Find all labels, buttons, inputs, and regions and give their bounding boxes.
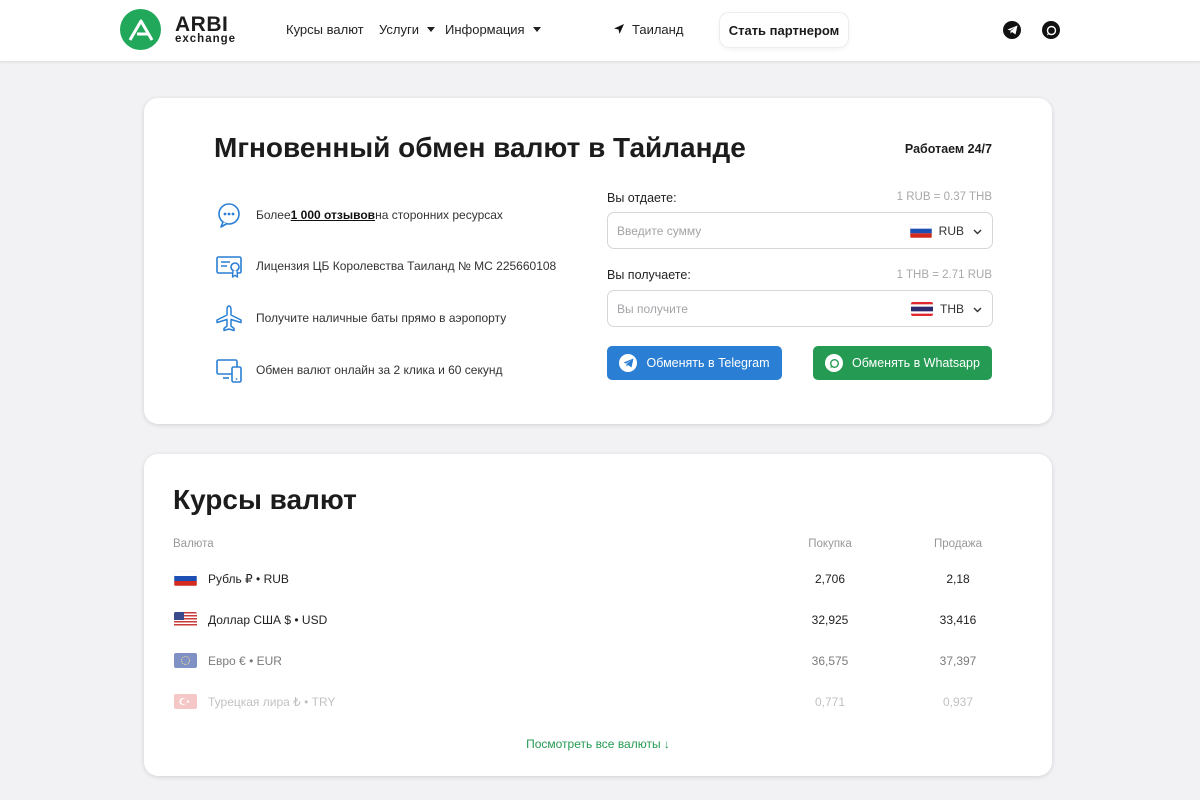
exchange-whatsapp-label: Обменять в Whatsapp <box>852 356 980 370</box>
currency-name: Евро € • EUR <box>208 654 282 668</box>
buy-rate: 32,925 <box>811 613 849 627</box>
logo-mark-icon <box>120 9 161 50</box>
give-label: Вы отдаете: <box>607 191 677 205</box>
logo[interactable]: ARBI exchange <box>120 9 236 50</box>
location-selector[interactable]: Таиланд <box>614 22 683 37</box>
nav-rates-link[interactable]: Курсы валют <box>286 22 364 37</box>
give-rate: 1 RUB = 0.37 THB <box>896 191 992 203</box>
column-header-sell: Продажа <box>934 538 982 550</box>
license-icon <box>214 251 244 281</box>
telegram-icon[interactable] <box>1003 21 1021 39</box>
chevron-down-icon <box>973 224 982 238</box>
nav-services-dropdown[interactable]: Услуги <box>379 22 435 37</box>
get-field: THB <box>607 290 993 327</box>
eu-flag-icon <box>174 653 197 668</box>
location-arrow-icon <box>614 22 624 37</box>
feature-license-text: Лицензия ЦБ Королевства Таиланд № MC 225… <box>256 259 557 273</box>
caret-down-icon <box>532 27 541 32</box>
logo-title: ARBI <box>175 12 229 36</box>
column-header-buy: Покупка <box>808 538 852 550</box>
currency-name: Доллар США $ • USD <box>208 613 328 627</box>
table-row: Евро € • EUR 36,575 37,397 <box>144 641 1052 682</box>
exchange-telegram-label: Обменять в Telegram <box>646 356 770 370</box>
table-row: Доллар США $ • USD 32,925 33,416 <box>144 600 1052 641</box>
exchange-card: Мгновенный обмен валют в Тайланде Работа… <box>144 98 1052 424</box>
russia-flag-icon <box>909 223 932 238</box>
thailand-flag-icon <box>911 301 933 316</box>
exchange-whatsapp-button[interactable]: Обменять в Whatsapp <box>813 346 992 380</box>
feature-airport: Получите наличные баты прямо в аэропорту <box>214 303 506 333</box>
get-label: Вы получаете: <box>607 268 691 282</box>
give-field: RUB <box>607 212 993 249</box>
whatsapp-icon <box>825 354 844 372</box>
give-currency-code: RUB <box>938 223 964 238</box>
working-hours: Работаем 24/7 <box>904 142 992 156</box>
sell-rate: 0,937 <box>942 695 974 709</box>
give-currency-select[interactable]: RUB <box>909 213 982 248</box>
get-currency-select[interactable]: THB <box>911 291 982 326</box>
column-header-currency: Валюта <box>173 538 214 550</box>
exchange-telegram-button[interactable]: Обменять в Telegram <box>607 346 782 380</box>
sell-rate: 2,18 <box>946 572 970 586</box>
nav-rates-label: Курсы валют <box>286 22 364 37</box>
sell-rate: 37,397 <box>939 654 977 668</box>
feature-online: Обмен валют онлайн за 2 клика и 60 секун… <box>214 355 503 385</box>
location-label: Таиланд <box>632 22 684 37</box>
rates-card: Курсы валют Валюта Покупка Продажа Рубль… <box>144 454 1052 776</box>
nav-services-label: Услуги <box>379 22 419 37</box>
logo-subtitle: exchange <box>175 32 237 45</box>
rates-title: Курсы валют <box>173 484 357 515</box>
get-currency-code: THB <box>940 301 964 316</box>
feature-online-text: Обмен валют онлайн за 2 клика и 60 секун… <box>256 363 503 377</box>
get-rate: 1 THB = 2.71 RUB <box>896 269 992 281</box>
russia-flag-icon <box>174 571 197 586</box>
feature-reviews-text-before: Более <box>256 208 291 222</box>
telegram-icon <box>619 354 638 372</box>
buy-rate: 2,706 <box>814 572 846 586</box>
get-amount-input[interactable] <box>608 301 893 316</box>
nav-info-label: Информация <box>445 22 525 37</box>
become-partner-button[interactable]: Стать партнером <box>720 13 848 47</box>
hero-title: Мгновенный обмен валют в Тайланде <box>214 132 746 163</box>
table-row: Рубль ₽ • RUB 2,706 2,18 <box>144 559 1052 600</box>
feature-license: Лицензия ЦБ Королевства Таиланд № MC 225… <box>214 251 556 281</box>
sell-rate: 33,416 <box>939 613 977 627</box>
usa-flag-icon <box>174 612 197 627</box>
nav-info-dropdown[interactable]: Информация <box>445 22 541 37</box>
buy-rate: 0,771 <box>814 695 846 709</box>
chat-icon <box>214 200 244 230</box>
airplane-icon <box>214 303 244 333</box>
devices-icon <box>214 355 244 385</box>
give-amount-input[interactable] <box>608 223 893 238</box>
reviews-link[interactable]: 1 000 отзывов <box>291 208 375 222</box>
currency-name: Рубль ₽ • RUB <box>208 572 289 586</box>
feature-reviews: Более 1 000 отзывов на сторонних ресурса… <box>214 200 503 230</box>
turkey-flag-icon <box>174 694 197 709</box>
chevron-down-icon <box>973 302 982 316</box>
feature-reviews-text-after: на сторонних ресурсах <box>375 208 503 222</box>
see-all-currencies-link[interactable]: Посмотреть все валюты ↓ <box>144 737 1052 751</box>
feature-airport-text: Получите наличные баты прямо в аэропорту <box>256 311 507 325</box>
whatsapp-icon[interactable] <box>1042 21 1060 39</box>
caret-down-icon <box>426 27 435 32</box>
table-row: Турецкая лира ₺ • TRY 0,771 0,937 <box>144 682 1052 723</box>
buy-rate: 36,575 <box>811 654 849 668</box>
currency-name: Турецкая лира ₺ • TRY <box>208 695 336 709</box>
site-header: ARBI exchange Курсы валют Услуги Информа… <box>0 0 1200 62</box>
